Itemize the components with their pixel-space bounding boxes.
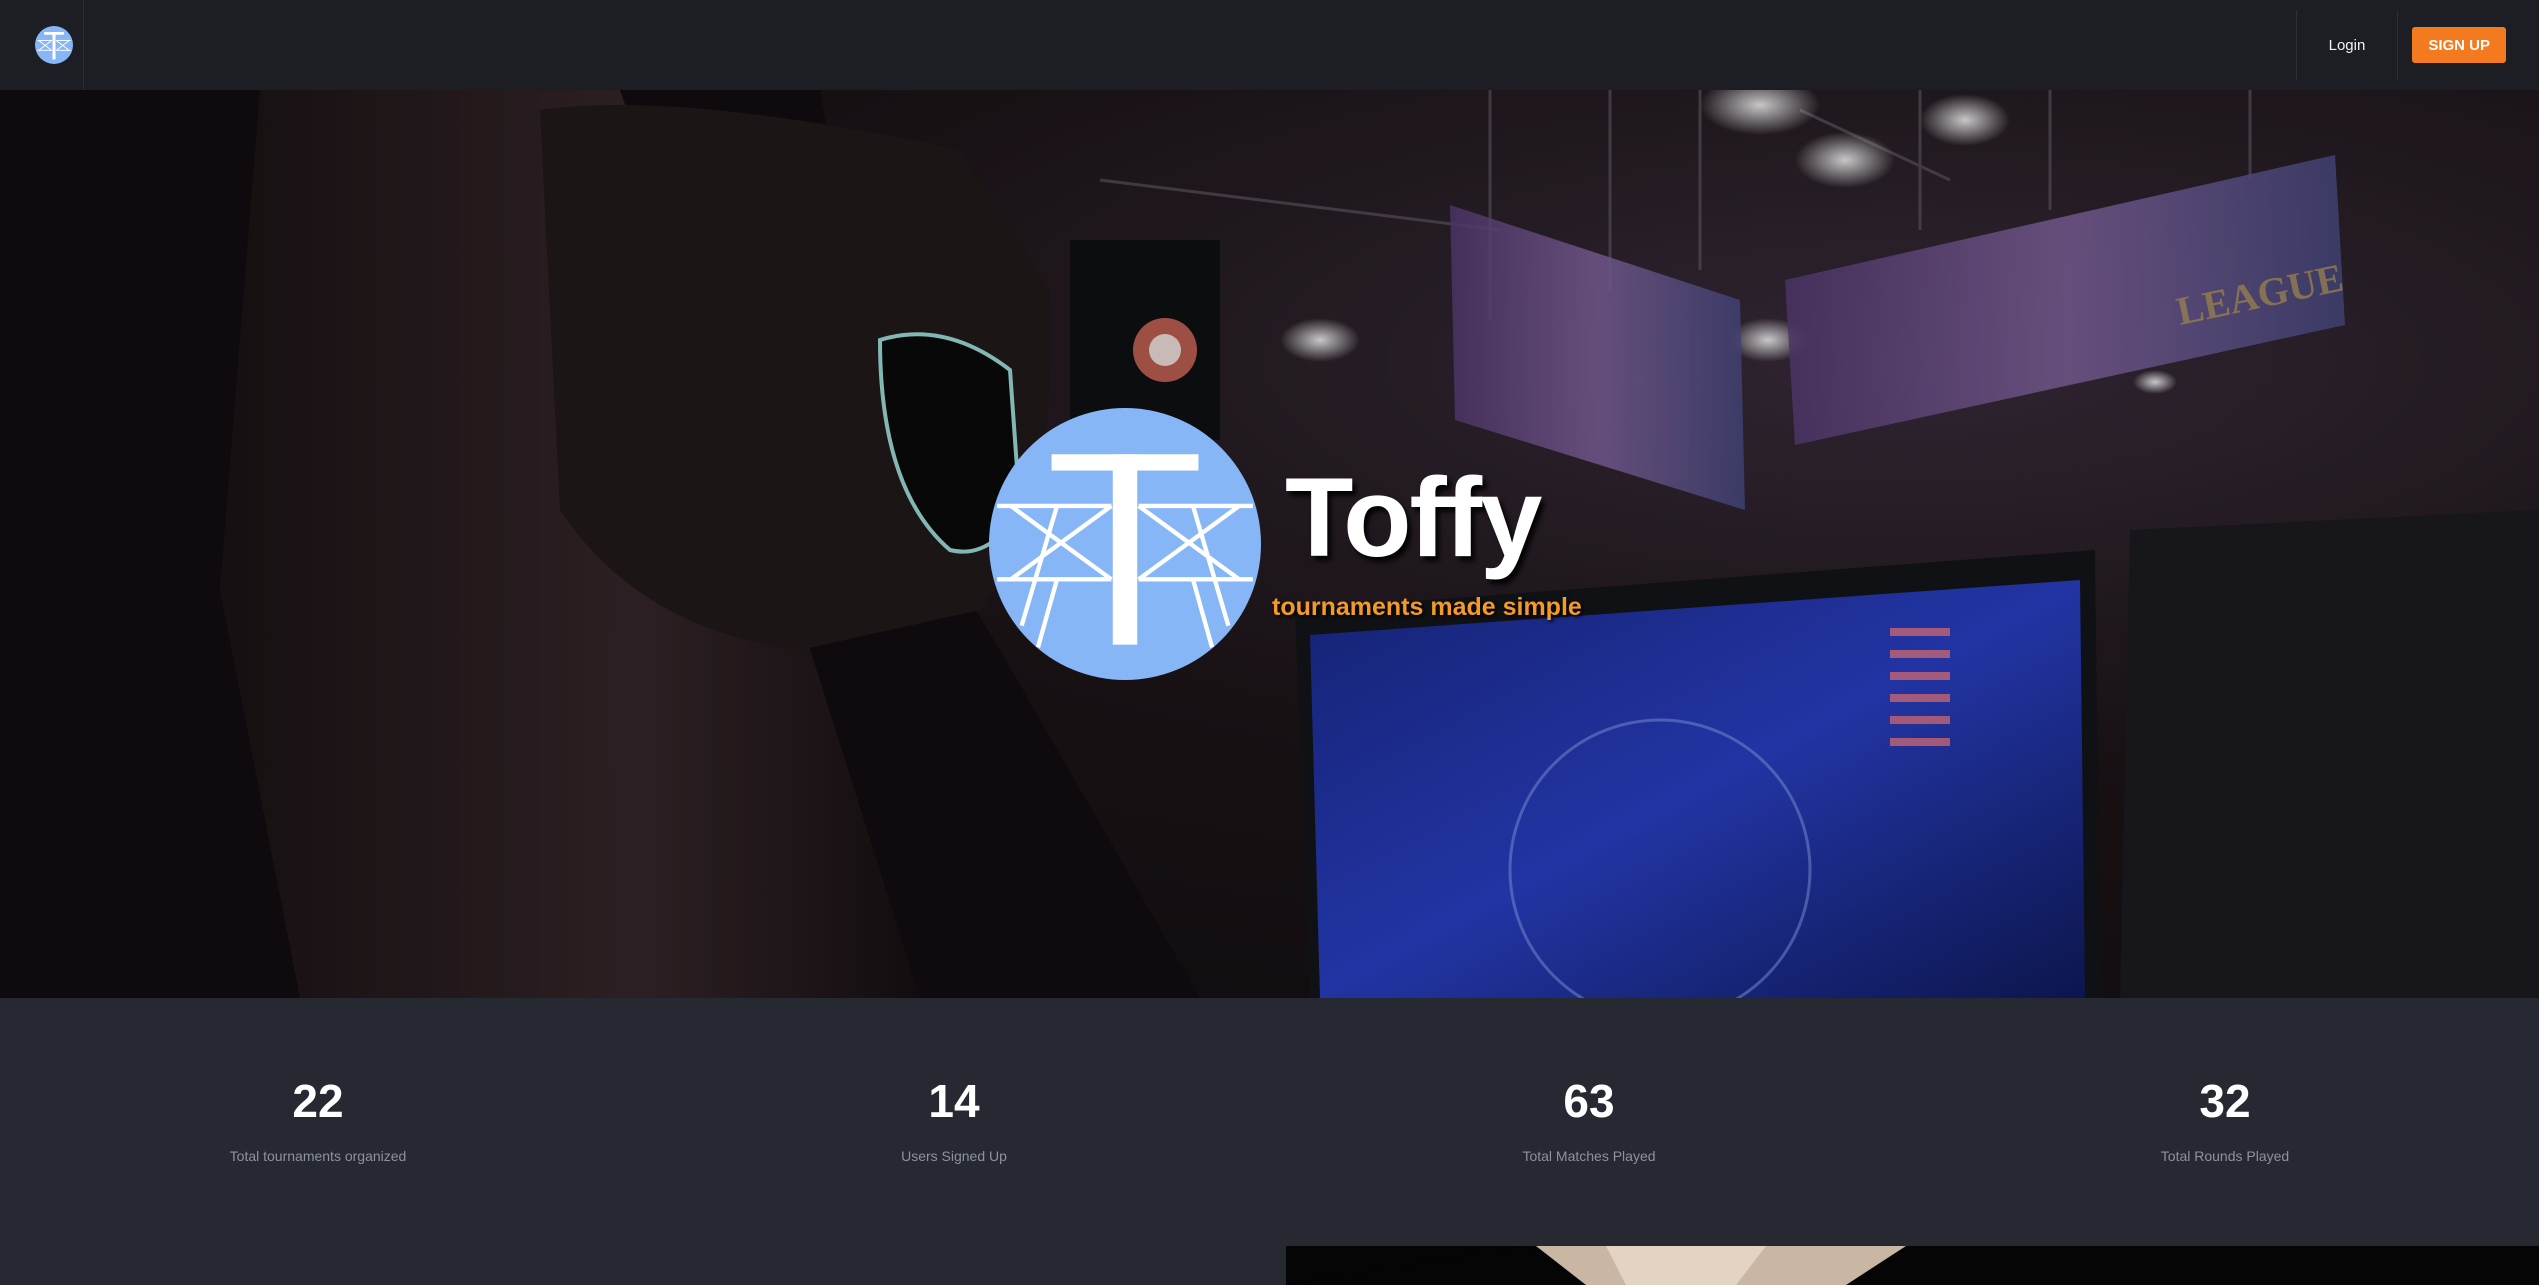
stat-label: Total Rounds Played bbox=[2160, 1148, 2290, 1164]
stat-label: Total tournaments organized bbox=[229, 1148, 407, 1164]
stat-label: Users Signed Up bbox=[901, 1148, 1007, 1164]
stat-value: 14 bbox=[928, 1075, 980, 1127]
nav-right: Login SIGN UP bbox=[2295, 0, 2506, 90]
feature-image bbox=[1286, 1246, 2539, 1285]
stat-value: 22 bbox=[292, 1075, 344, 1127]
nav-left bbox=[35, 0, 84, 90]
feature-photo bbox=[1286, 1246, 1906, 1285]
stat-matches: 63 Total Matches Played bbox=[1389, 1078, 1789, 1164]
stat-users: 14 Users Signed Up bbox=[754, 1078, 1154, 1164]
stat-value: 63 bbox=[1563, 1075, 1615, 1127]
toffy-logo-icon bbox=[989, 408, 1261, 680]
nav-divider bbox=[2397, 10, 2399, 80]
hero-tagline: tournaments made simple bbox=[1272, 593, 1582, 621]
top-navbar: Login SIGN UP bbox=[0, 0, 2539, 90]
stats-section: 22 Total tournaments organized 14 Users … bbox=[0, 998, 2539, 1285]
hero-overlay bbox=[0, 90, 2539, 998]
nav-divider bbox=[83, 0, 84, 90]
stat-rounds: 32 Total Rounds Played bbox=[2025, 1078, 2425, 1164]
toffy-logo-icon[interactable] bbox=[35, 26, 73, 64]
stat-tournaments: 22 Total tournaments organized bbox=[118, 1078, 518, 1164]
stat-label: Total Matches Played bbox=[1522, 1148, 1656, 1164]
stat-value: 32 bbox=[2199, 1075, 2251, 1127]
signup-button[interactable]: SIGN UP bbox=[2412, 27, 2506, 63]
login-link[interactable]: Login bbox=[2297, 37, 2398, 54]
hero-title: Toffy bbox=[1285, 455, 1542, 580]
hero-banner: LEAGUE Toffy tournaments made simple bbox=[0, 90, 2539, 998]
